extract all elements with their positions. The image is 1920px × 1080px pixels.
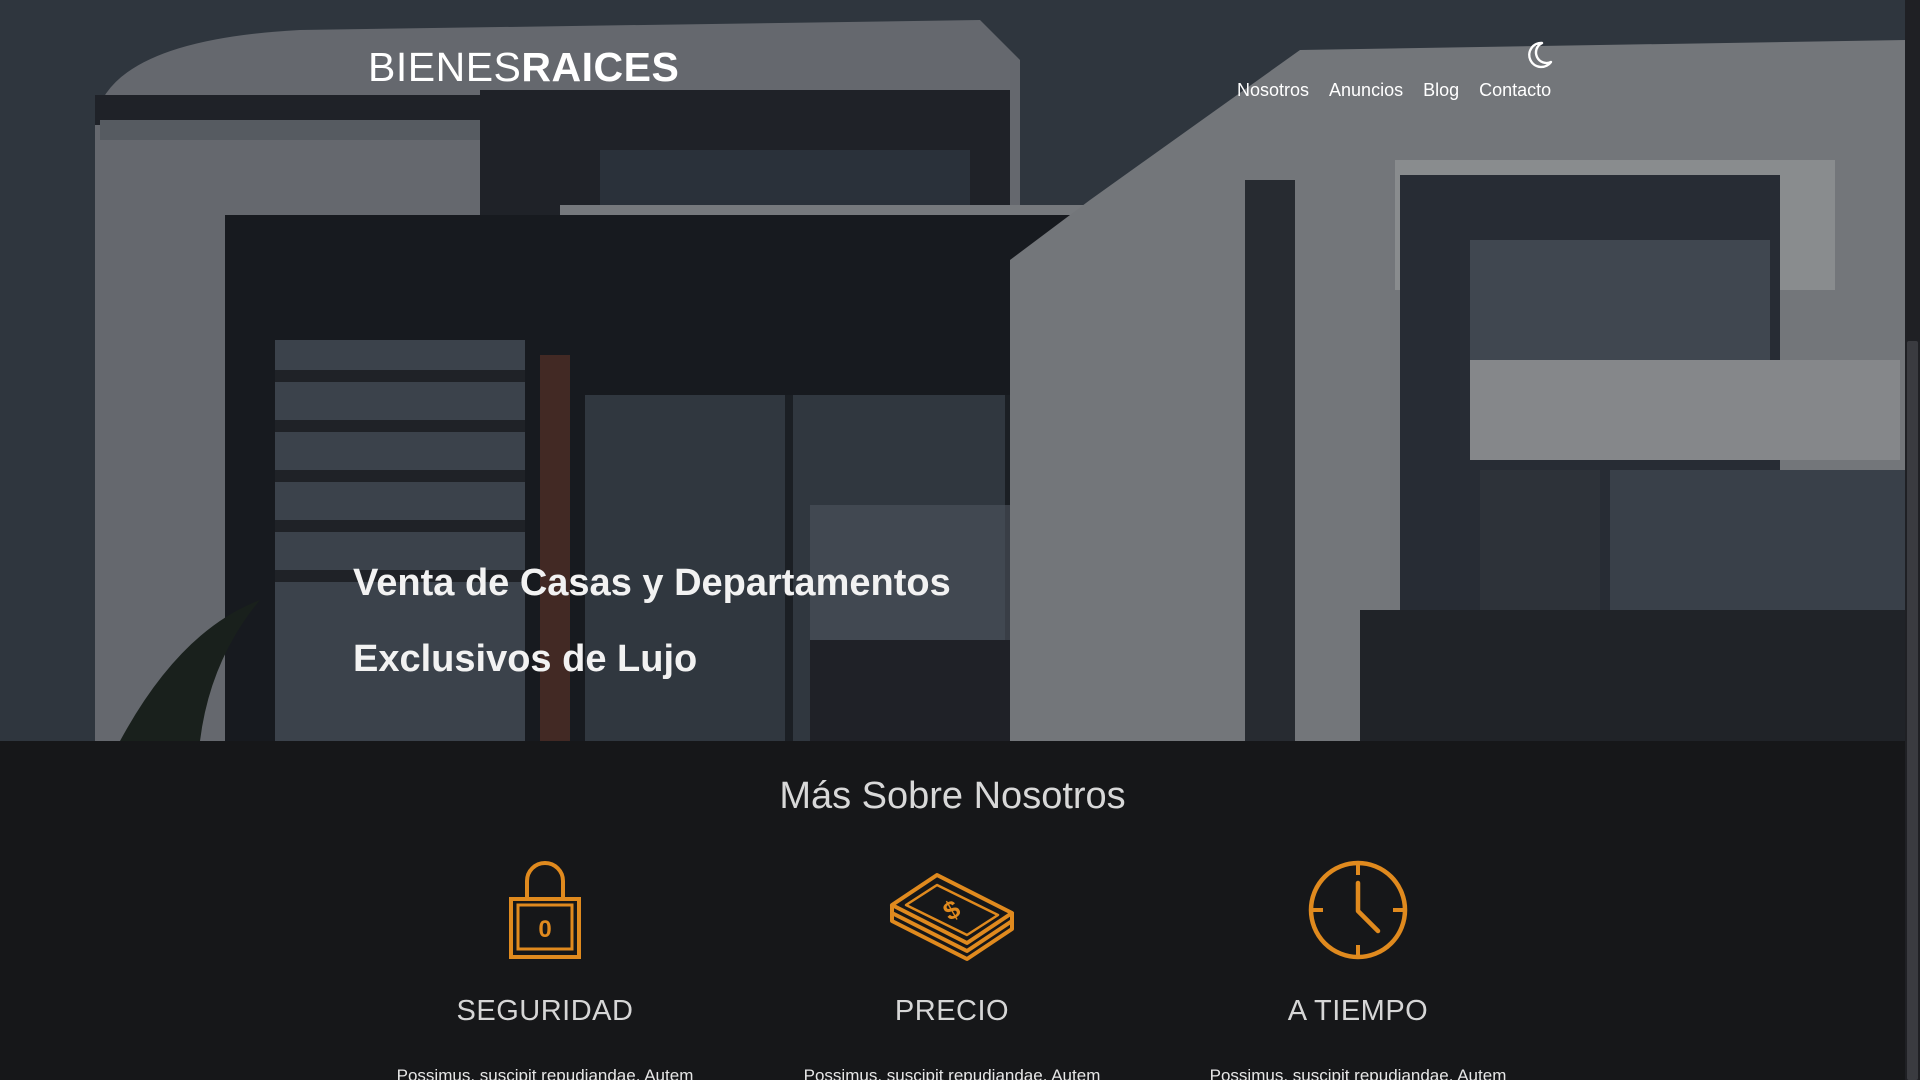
svg-text:0: 0 <box>538 916 551 943</box>
nav-link-blog[interactable]: Blog <box>1423 80 1459 101</box>
feature-text: Possimus, suscipit repudiandae. Autem <box>803 1066 1101 1080</box>
logo-bold-text: RAICES <box>521 44 680 90</box>
hero-title-line-1: Venta de Casas y Departamentos <box>353 562 951 604</box>
hero-title-line-2: Exclusivos de Lujo <box>353 638 698 680</box>
main-navigation: Nosotros Anuncios Blog Contacto <box>1237 80 1551 101</box>
feature-seguridad: 0 SEGURIDAD Possimus, suscipit repudiand… <box>365 855 725 1080</box>
nav-link-contacto[interactable]: Contacto <box>1479 80 1551 101</box>
about-section-title: Más Sobre Nosotros <box>779 775 1126 817</box>
scrollbar-thumb[interactable] <box>1907 341 1918 1080</box>
feature-text: Possimus, suscipit repudiandae. Autem <box>396 1066 694 1080</box>
money-icon: $ <box>890 873 1014 961</box>
hero-header: BIENESRAICES Nosotros Anuncios Blog Cont… <box>0 0 1905 741</box>
feature-a-tiempo: A TIEMPO Possimus, suscipit repudiandae.… <box>1178 855 1538 1080</box>
feature-title: PRECIO <box>894 995 1010 1027</box>
site-logo[interactable]: BIENESRAICES <box>368 44 679 91</box>
feature-text: Possimus, suscipit repudiandae. Autem <box>1209 1066 1507 1080</box>
hero-title: Venta de Casas y Departamentos Exclusivo… <box>353 545 1253 697</box>
moon-icon[interactable] <box>1521 38 1555 72</box>
feature-title: SEGURIDAD <box>456 995 634 1027</box>
clock-icon <box>1308 860 1408 960</box>
nav-link-anuncios[interactable]: Anuncios <box>1329 80 1403 101</box>
feature-precio: $ PRECIO Possimus, suscipit repudiandae.… <box>772 855 1132 1080</box>
logo-light-text: BIENES <box>368 44 522 90</box>
lock-icon: 0 <box>509 861 581 959</box>
nav-link-nosotros[interactable]: Nosotros <box>1237 80 1309 101</box>
feature-title: A TIEMPO <box>1287 995 1429 1027</box>
